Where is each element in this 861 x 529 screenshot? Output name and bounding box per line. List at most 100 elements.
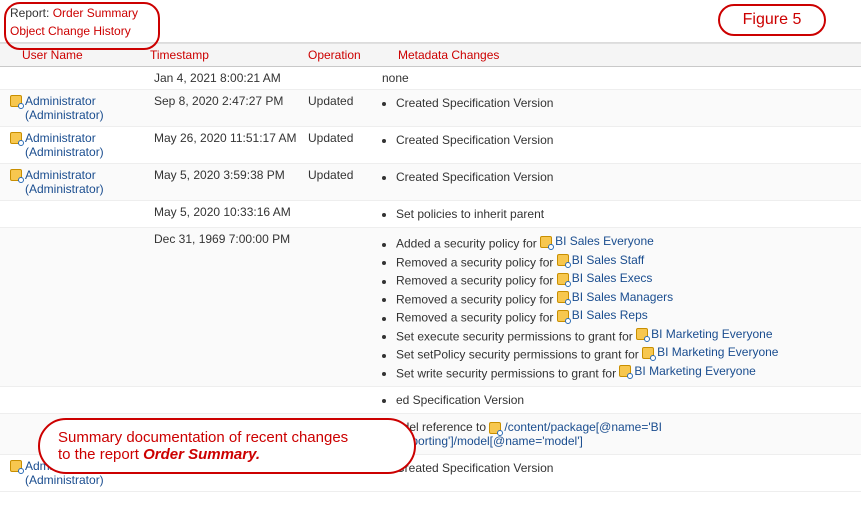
- security-group-link[interactable]: BI Marketing Everyone: [642, 345, 778, 359]
- metadata-item: Added a security policy for BI Sales Eve…: [396, 234, 851, 251]
- group-object-icon: [557, 254, 569, 266]
- metadata-list: Created Specification Version: [378, 133, 851, 147]
- metadata-list: Created Specification Version: [378, 170, 851, 184]
- cell-metadata: Set policies to inherit parent: [378, 205, 861, 223]
- cell-operation: Updated: [308, 94, 378, 108]
- metadata-item: Created Specification Version: [396, 133, 851, 147]
- security-group-link[interactable]: BI Marketing Everyone: [619, 364, 755, 378]
- cell-metadata: Created Specification Version: [378, 459, 861, 477]
- metadata-list: odel reference to /content/package[@name…: [378, 420, 851, 448]
- col-user[interactable]: User Name: [0, 48, 150, 62]
- group-link-text: BI Marketing Everyone: [634, 364, 755, 378]
- user-object-icon: [10, 460, 22, 472]
- col-operation[interactable]: Operation: [308, 48, 378, 62]
- user-name: Administrator: [25, 94, 96, 108]
- metadata-item: Set setPolicy security permissions to gr…: [396, 345, 851, 362]
- user-subtext: (Administrator): [25, 182, 150, 196]
- metadata-item: Set write security permissions to grant …: [396, 364, 851, 381]
- cell-metadata: Created Specification Version: [378, 131, 861, 149]
- metadata-list: ed Specification Version: [378, 393, 851, 407]
- cell-metadata: Added a security policy for BI Sales Eve…: [378, 232, 861, 382]
- table-row: Administrator(Administrator)May 26, 2020…: [0, 127, 861, 164]
- cell-metadata: Created Specification Version: [378, 168, 861, 186]
- metadata-item: Created Specification Version: [396, 170, 851, 184]
- user-subtext: (Administrator): [25, 108, 150, 122]
- group-link-text: BI Marketing Everyone: [657, 345, 778, 359]
- metadata-item: Removed a security policy for BI Sales R…: [396, 308, 851, 325]
- group-object-icon: [636, 328, 648, 340]
- security-group-link[interactable]: BI Sales Reps: [557, 308, 648, 322]
- metadata-list: Created Specification Version: [378, 96, 851, 110]
- cell-metadata: odel reference to /content/package[@name…: [378, 418, 861, 450]
- metadata-text: Set setPolicy security permissions to gr…: [396, 348, 642, 362]
- metadata-list: Set policies to inherit parent: [378, 207, 851, 221]
- cell-metadata: none: [378, 71, 861, 85]
- annotation-summary-bubble: Summary documentation of recent changes …: [38, 418, 416, 474]
- metadata-text: ed Specification Version: [396, 393, 524, 407]
- path-object-icon: [489, 422, 501, 434]
- group-object-icon: [557, 273, 569, 285]
- cell-user: Administrator(Administrator): [0, 168, 150, 196]
- annotation-figure-label: Figure 5: [718, 4, 826, 36]
- user-link[interactable]: Administrator: [10, 168, 150, 182]
- cell-timestamp: May 26, 2020 11:51:17 AM: [150, 131, 308, 145]
- metadata-plain: none: [378, 71, 851, 85]
- user-subtext: (Administrator): [25, 473, 150, 487]
- col-metadata[interactable]: Metadata Changes: [378, 48, 861, 62]
- col-timestamp[interactable]: Timestamp: [150, 48, 308, 62]
- security-group-link[interactable]: BI Sales Managers: [557, 290, 673, 304]
- user-name: Administrator: [25, 168, 96, 182]
- user-object-icon: [10, 132, 22, 144]
- metadata-item: Removed a security policy for BI Sales E…: [396, 271, 851, 288]
- metadata-text: Added a security policy for: [396, 237, 540, 251]
- metadata-text: Removed a security policy for: [396, 255, 557, 269]
- table-row: Dec 31, 1969 7:00:00 PM Added a security …: [0, 228, 861, 387]
- cell-operation: Updated: [308, 131, 378, 145]
- user-name: Administrator: [25, 131, 96, 145]
- metadata-item: Set policies to inherit parent: [396, 207, 851, 221]
- group-object-icon: [642, 347, 654, 359]
- table-row: ed Specification Version: [0, 387, 861, 414]
- group-object-icon: [540, 236, 552, 248]
- security-group-link[interactable]: BI Sales Staff: [557, 253, 645, 267]
- table-row: Jan 4, 2021 8:00:21 AM none: [0, 67, 861, 90]
- metadata-text: Set execute security permissions to gran…: [396, 329, 636, 343]
- cell-timestamp: Dec 31, 1969 7:00:00 PM: [150, 232, 308, 246]
- user-link[interactable]: Administrator: [10, 94, 150, 108]
- metadata-text: Removed a security policy for: [396, 311, 557, 325]
- metadata-item: Created Specification Version: [396, 96, 851, 110]
- metadata-text: Created Specification Version: [396, 170, 553, 184]
- security-group-link[interactable]: BI Sales Everyone: [540, 234, 654, 248]
- user-object-icon: [10, 169, 22, 181]
- table-row: May 5, 2020 10:33:16 AMSet policies to i…: [0, 201, 861, 228]
- group-object-icon: [619, 365, 631, 377]
- figure-text: Figure 5: [743, 11, 802, 29]
- metadata-text: Removed a security policy for: [396, 274, 557, 288]
- group-link-text: BI Sales Everyone: [555, 234, 654, 248]
- group-link-text: BI Sales Staff: [572, 253, 645, 267]
- cell-user: Administrator(Administrator): [0, 94, 150, 122]
- metadata-text: Set write security permissions to grant …: [396, 366, 619, 380]
- security-group-link[interactable]: BI Marketing Everyone: [636, 327, 772, 341]
- metadata-item: Removed a security policy for BI Sales M…: [396, 290, 851, 307]
- user-link[interactable]: Administrator: [10, 131, 150, 145]
- cell-timestamp: Jan 4, 2021 8:00:21 AM: [150, 71, 308, 85]
- group-link-text: BI Sales Execs: [572, 271, 653, 285]
- metadata-item: Set execute security permissions to gran…: [396, 327, 851, 344]
- group-object-icon: [557, 291, 569, 303]
- metadata-item: Removed a security policy for BI Sales S…: [396, 253, 851, 270]
- table-row: Administrator(Administrator)Sep 8, 2020 …: [0, 90, 861, 127]
- annotation-report-header-circle: [4, 2, 160, 50]
- cell-metadata: Created Specification Version: [378, 94, 861, 112]
- metadata-text: Created Specification Version: [396, 96, 553, 110]
- security-group-link[interactable]: BI Sales Execs: [557, 271, 653, 285]
- user-object-icon: [10, 95, 22, 107]
- annotation-summary-line1: Summary documentation of recent changes: [58, 429, 396, 446]
- metadata-item: odel reference to /content/package[@name…: [396, 420, 851, 448]
- cell-metadata: ed Specification Version: [378, 391, 861, 409]
- group-link-text: BI Sales Managers: [572, 290, 673, 304]
- group-object-icon: [557, 310, 569, 322]
- cell-user: Administrator(Administrator): [0, 131, 150, 159]
- cell-timestamp: Sep 8, 2020 2:47:27 PM: [150, 94, 308, 108]
- metadata-text: Created Specification Version: [396, 133, 553, 147]
